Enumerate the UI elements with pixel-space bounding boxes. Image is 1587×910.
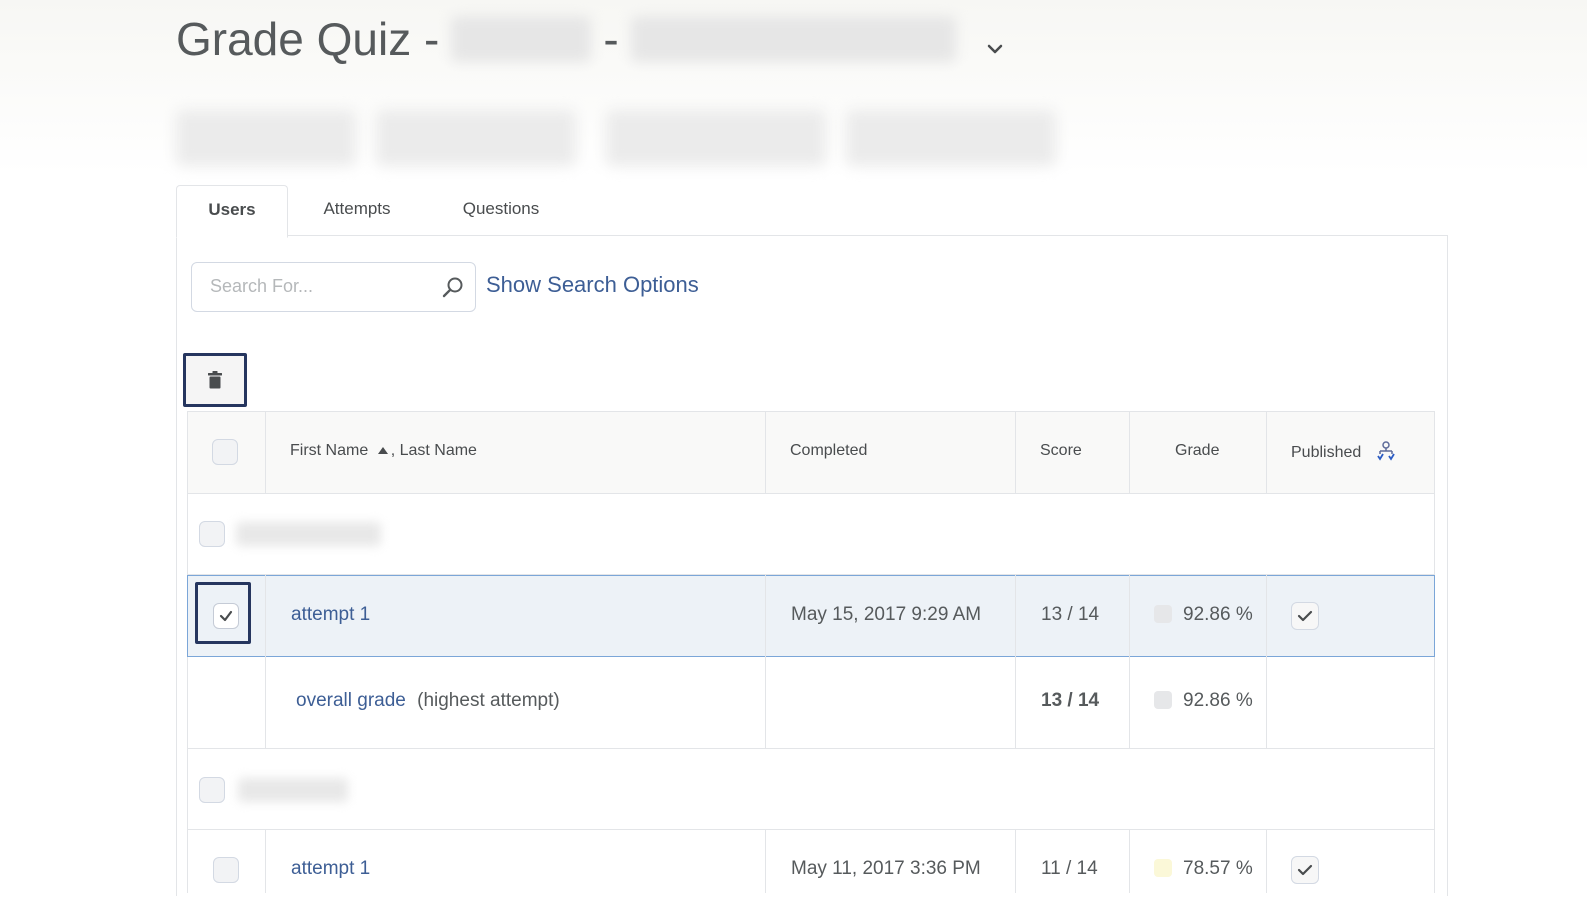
blurred-action-button-1[interactable] xyxy=(176,110,356,166)
page-title-prefix: Grade Quiz - xyxy=(176,13,440,65)
column-divider xyxy=(1015,830,1016,893)
score-value: 13 / 14 xyxy=(1041,604,1100,625)
overall-grade-row: overall grade (highest attempt) 13 / 14 … xyxy=(188,656,1434,749)
column-divider xyxy=(1129,412,1130,493)
header-published-label: Published xyxy=(1291,444,1362,461)
attempt-checkbox[interactable] xyxy=(213,857,239,883)
chevron-down-icon[interactable] xyxy=(986,40,1004,58)
tab-questions[interactable]: Questions xyxy=(446,185,556,236)
header-grade: Grade xyxy=(1175,442,1220,459)
header-score: Score xyxy=(1040,442,1082,459)
overall-score-value: 13 / 14 xyxy=(1041,690,1100,711)
redacted-quiz-name xyxy=(630,16,956,62)
column-divider xyxy=(1266,412,1267,493)
redacted-user-name xyxy=(238,778,348,802)
grade-color-indicator xyxy=(1154,691,1172,709)
header-completed: Completed xyxy=(790,442,868,459)
search-input[interactable] xyxy=(192,263,450,309)
redacted-course-name xyxy=(451,16,592,62)
published-checkbox[interactable] xyxy=(1291,602,1319,630)
user-checkbox[interactable] xyxy=(199,521,225,547)
sort-first-name-link[interactable]: First Name xyxy=(290,442,368,459)
checkbox-highlight-annotation xyxy=(195,582,251,644)
column-divider xyxy=(765,412,766,493)
completed-date: May 11, 2017 3:36 PM xyxy=(791,858,981,879)
user-group-row xyxy=(188,749,1434,830)
blurred-action-button-3[interactable] xyxy=(606,110,826,166)
header-published: Published xyxy=(1291,441,1396,462)
column-divider xyxy=(265,412,266,493)
sort-ascending-icon xyxy=(377,447,388,454)
column-divider xyxy=(1129,830,1130,893)
attempt-link[interactable]: attempt 1 xyxy=(291,858,370,880)
search-box xyxy=(191,262,476,312)
delete-button[interactable] xyxy=(183,353,247,407)
column-divider xyxy=(765,830,766,893)
tab-users[interactable]: Users xyxy=(176,185,288,238)
column-divider xyxy=(265,830,266,893)
grade-value: 92.86 % xyxy=(1183,604,1253,625)
trash-icon xyxy=(208,371,222,389)
show-search-options-link[interactable]: Show Search Options xyxy=(486,272,699,298)
overall-grade-value: 92.86 % xyxy=(1183,690,1253,711)
overall-grade-cell: overall grade (highest attempt) xyxy=(296,690,560,712)
grade-color-indicator xyxy=(1154,859,1172,877)
attempt-row[interactable]: attempt 1 May 11, 2017 3:36 PM 11 / 14 7… xyxy=(188,830,1434,910)
overall-grade-link[interactable]: overall grade xyxy=(296,690,406,711)
user-group-row xyxy=(188,494,1434,575)
table-header: First Name , Last Name Completed Score G… xyxy=(188,412,1434,494)
publish-all-icon[interactable] xyxy=(1376,441,1396,461)
users-grade-table: First Name , Last Name Completed Score G… xyxy=(187,411,1435,893)
redacted-user-name xyxy=(236,522,381,546)
blurred-action-button-4[interactable] xyxy=(846,110,1056,166)
column-divider xyxy=(1266,830,1267,893)
checkmark-icon xyxy=(1297,610,1313,622)
overall-grade-note: (highest attempt) xyxy=(417,690,560,711)
tab-attempts[interactable]: Attempts xyxy=(301,185,413,236)
title-dash: - xyxy=(603,13,619,65)
column-divider xyxy=(1015,412,1016,493)
select-all-checkbox[interactable] xyxy=(212,439,238,465)
header-first-last-name: First Name , Last Name xyxy=(290,442,477,460)
blurred-action-button-2[interactable] xyxy=(376,110,576,166)
search-icon[interactable] xyxy=(441,275,465,299)
attempt-link[interactable]: attempt 1 xyxy=(291,604,370,626)
score-value: 11 / 14 xyxy=(1041,858,1098,879)
page-title: Grade Quiz - - xyxy=(176,12,956,66)
grade-value: 78.57 % xyxy=(1183,858,1253,879)
completed-date: May 15, 2017 9:29 AM xyxy=(791,604,982,625)
sort-last-name-link[interactable]: , Last Name xyxy=(391,442,477,459)
user-checkbox[interactable] xyxy=(199,777,225,803)
attempt-row-selected[interactable]: attempt 1 May 15, 2017 9:29 AM 13 / 14 9… xyxy=(187,575,1435,657)
checkmark-icon xyxy=(1297,864,1313,876)
grade-color-indicator xyxy=(1154,605,1172,623)
published-checkbox[interactable] xyxy=(1291,856,1319,884)
